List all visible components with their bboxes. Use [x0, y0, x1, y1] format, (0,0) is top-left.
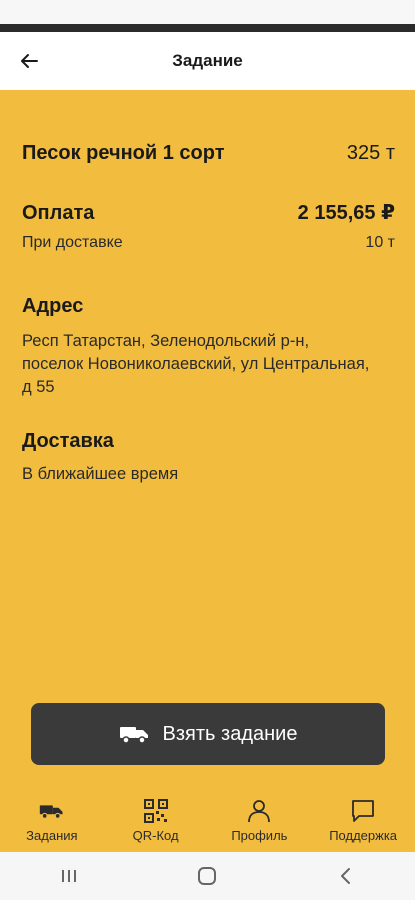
system-back-button[interactable]	[326, 856, 366, 896]
back-button[interactable]	[14, 46, 44, 76]
system-navigation-bar	[0, 852, 415, 900]
take-task-label: Взять задание	[162, 722, 298, 745]
nav-label-profile: Профиль	[231, 828, 288, 843]
delivery-text: В ближайшее время	[22, 465, 179, 483]
arrow-left-icon	[21, 54, 38, 68]
nav-label-qr: QR-Код	[132, 828, 179, 843]
product-row: Песок речной 1 сорт 325 т	[22, 142, 395, 165]
payment-amount: 2 155,65 ₽	[297, 202, 395, 224]
truck-icon	[119, 727, 148, 744]
home-icon	[198, 867, 217, 885]
truck-icon	[39, 805, 63, 819]
nav-label-support: Поддержка	[329, 828, 398, 843]
chat-icon	[352, 800, 375, 822]
payment-sub-row: При доставке 10 т	[22, 234, 395, 252]
payment-label: Оплата	[22, 202, 95, 224]
nav-item-support[interactable]: Поддержка	[313, 798, 413, 852]
nav-label-tasks: Задания	[26, 828, 78, 843]
chevron-left-icon	[340, 868, 350, 884]
recents-icon	[62, 870, 77, 882]
status-bar-strip	[0, 24, 415, 32]
product-quantity: 325 т	[346, 142, 395, 164]
home-button[interactable]	[187, 856, 227, 896]
page-title: Задание	[172, 51, 243, 70]
nav-item-qr[interactable]: QR-Код	[106, 798, 206, 852]
bottom-nav: Задания QR-Код Профиль Поддержка	[0, 798, 415, 852]
app-header: Задание	[0, 32, 415, 90]
qr-code-icon	[143, 799, 168, 823]
product-name: Песок речной 1 сорт	[22, 142, 225, 164]
nav-item-profile[interactable]: Профиль	[209, 798, 309, 852]
status-bar	[0, 0, 415, 32]
delivery-title: Доставка	[22, 430, 114, 452]
address-title: Адрес	[22, 295, 84, 317]
nav-item-tasks[interactable]: Задания	[2, 798, 102, 852]
payment-row: Оплата 2 155,65 ₽	[22, 200, 395, 225]
take-task-button[interactable]: Взять задание	[31, 703, 385, 765]
address-text: Респ Татарстан, Зеленодольский р-н, посе…	[22, 332, 370, 396]
payment-per-unit: 10 т	[365, 234, 395, 251]
user-icon	[248, 800, 271, 823]
recents-button[interactable]	[49, 856, 89, 896]
payment-method: При доставке	[22, 234, 123, 251]
